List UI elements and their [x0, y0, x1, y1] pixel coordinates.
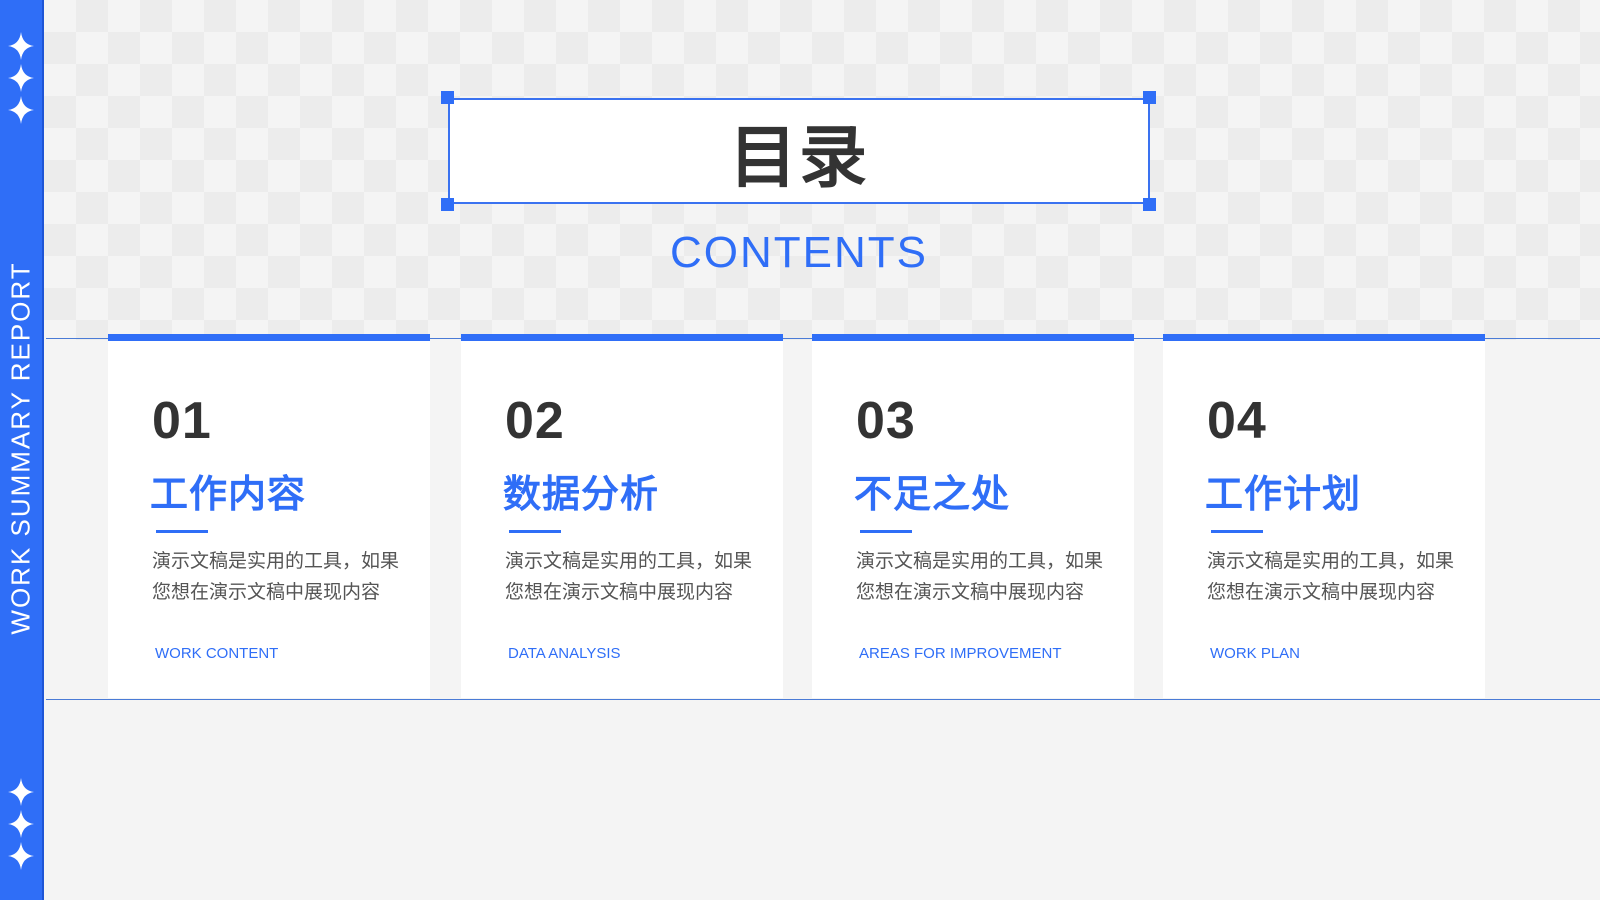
description-line: 您想在演示文稿中展现内容: [1207, 581, 1436, 603]
description-line: 您想在演示文稿中展现内容: [856, 581, 1085, 603]
section-title: 数据分析: [503, 472, 660, 516]
section-description: 演示文稿是实用的工具，如果 您想在演示文稿中展现内容: [1207, 546, 1477, 608]
sidebar: WORK SUMMARY REPORT: [0, 0, 44, 900]
description-line: 演示文稿是实用的工具，如果: [1207, 550, 1455, 572]
page-title: 目录: [728, 118, 869, 198]
description-line: 您想在演示文稿中展现内容: [505, 581, 734, 603]
resize-handle-top-left[interactable]: [441, 91, 454, 104]
title-underline: [1211, 530, 1263, 533]
sparkle-group-bottom: [0, 776, 42, 872]
section-card-2[interactable]: 02 数据分析 演示文稿是实用的工具，如果 您想在演示文稿中展现内容 DATA …: [461, 334, 783, 698]
description-line: 演示文稿是实用的工具，如果: [505, 550, 753, 572]
section-description: 演示文稿是实用的工具，如果 您想在演示文稿中展现内容: [505, 546, 775, 608]
resize-handle-bottom-left[interactable]: [441, 198, 454, 211]
section-title: 不足之处: [854, 472, 1011, 516]
description-line: 您想在演示文稿中展现内容: [152, 581, 381, 603]
vertical-report-label: WORK SUMMARY REPORT: [5, 261, 36, 635]
section-number: 03: [856, 392, 916, 450]
sparkle-icon: [8, 778, 34, 806]
section-number: 04: [1207, 392, 1267, 450]
section-card-1[interactable]: 01 工作内容 演示文稿是实用的工具，如果 您想在演示文稿中展现内容 WORK …: [108, 334, 430, 698]
section-english-label: DATA ANALYSIS: [508, 645, 621, 662]
sparkle-icon: [8, 96, 34, 124]
title-underline: [156, 530, 208, 533]
description-line: 演示文稿是实用的工具，如果: [856, 550, 1104, 572]
sparkle-group-top: [0, 30, 42, 126]
resize-handle-bottom-right[interactable]: [1143, 198, 1156, 211]
section-english-label: WORK CONTENT: [155, 645, 279, 662]
sparkle-icon: [8, 842, 34, 870]
section-number: 02: [505, 392, 565, 450]
section-card-3[interactable]: 03 不足之处 演示文稿是实用的工具，如果 您想在演示文稿中展现内容 AREAS…: [812, 334, 1134, 698]
section-number: 01: [152, 392, 212, 450]
section-english-label: WORK PLAN: [1210, 645, 1301, 662]
sparkle-icon: [8, 32, 34, 60]
sparkle-icon: [8, 810, 34, 838]
divider-bottom: [46, 699, 1600, 700]
section-description: 演示文稿是实用的工具，如果 您想在演示文稿中展现内容: [856, 546, 1126, 608]
title-underline: [860, 530, 912, 533]
page-subtitle: CONTENTS: [670, 228, 928, 277]
section-description: 演示文稿是实用的工具，如果 您想在演示文稿中展现内容: [152, 546, 422, 608]
description-line: 演示文稿是实用的工具，如果: [152, 550, 400, 572]
section-title: 工作计划: [1205, 472, 1362, 516]
title-textbox[interactable]: 目录: [448, 98, 1150, 204]
section-card-4[interactable]: 04 工作计划 演示文稿是实用的工具，如果 您想在演示文稿中展现内容 WORK …: [1163, 334, 1485, 698]
section-title: 工作内容: [150, 472, 307, 516]
title-underline: [509, 530, 561, 533]
sparkle-icon: [8, 64, 34, 92]
resize-handle-top-right[interactable]: [1143, 91, 1156, 104]
section-english-label: AREAS FOR IMPROVEMENT: [859, 645, 1062, 662]
